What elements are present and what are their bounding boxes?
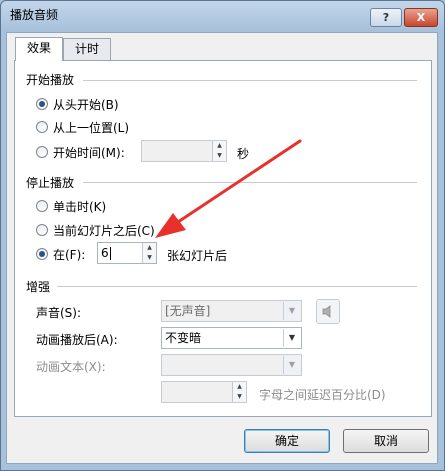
tab-effect[interactable]: 效果 (15, 37, 63, 61)
annotation-arrow (155, 139, 302, 238)
